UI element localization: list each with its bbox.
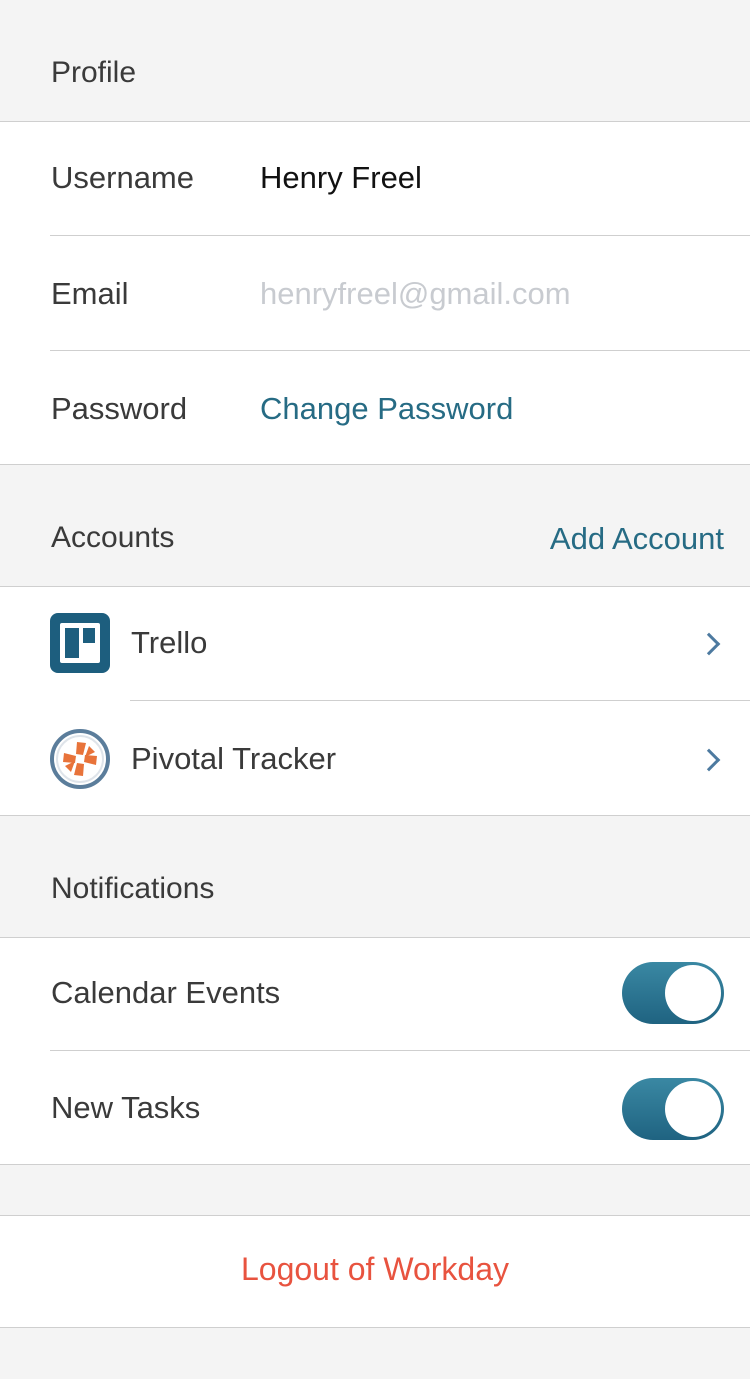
username-label: Username [51,160,194,195]
password-row: Password Change Password [0,351,750,466]
email-label: Email [51,276,129,311]
add-account-button[interactable]: Add Account [550,521,724,557]
accounts-group: Trello Pivotal Tracker [0,587,750,816]
username-value[interactable]: Henry Freel [260,160,422,196]
change-password-link[interactable]: Change Password [260,391,513,427]
account-item-pivotal-tracker[interactable]: Pivotal Tracker [0,701,750,816]
profile-group: Username Henry Freel Email henryfreel@gm… [0,122,750,465]
notifications-section-header: Notifications [0,816,750,938]
logout-button[interactable]: Logout of Workday [0,1215,750,1328]
chevron-right-icon [697,748,721,772]
chevron-right-icon [697,632,721,656]
account-item-trello[interactable]: Trello [0,587,750,702]
calendar-events-toggle[interactable] [622,962,724,1024]
notifications-group: Calendar Events New Tasks [0,938,750,1165]
accounts-header-title: Accounts [51,521,175,554]
toggle-knob [665,965,721,1021]
username-row: Username Henry Freel [0,122,750,237]
notification-label: New Tasks [51,1090,201,1125]
accounts-section-header: Accounts Add Account [0,465,750,587]
profile-header-title: Profile [51,56,137,89]
notifications-header-title: Notifications [51,872,215,905]
pivotal-tracker-icon [50,729,110,789]
email-field[interactable]: henryfreel@gmail.com [260,276,571,312]
notification-row-calendar-events: Calendar Events [0,938,750,1053]
account-item-label: Pivotal Tracker [131,741,337,776]
logout-label: Logout of Workday [240,1251,509,1287]
new-tasks-toggle[interactable] [622,1078,724,1140]
notification-row-new-tasks: New Tasks [0,1051,750,1166]
toggle-knob [665,1081,721,1137]
trello-icon [50,613,110,673]
profile-section-header: Profile [0,0,750,122]
password-label: Password [51,391,188,426]
email-row: Email henryfreel@gmail.com [0,236,750,351]
account-item-label: Trello [131,625,208,660]
notification-label: Calendar Events [51,975,281,1010]
